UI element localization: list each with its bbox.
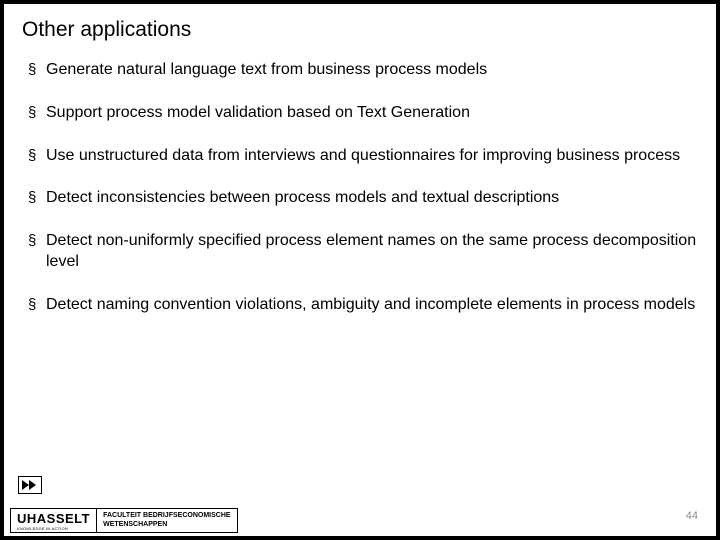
slide-frame: Other applications Generate natural lang…	[3, 3, 717, 537]
list-item: Detect non-uniformly specified process e…	[22, 231, 698, 273]
page-number: 44	[686, 510, 698, 522]
fast-forward-icon	[18, 476, 42, 494]
faculty-line2: WETENSCHAPPEN	[103, 521, 230, 529]
list-item: Use unstructured data from interviews an…	[22, 146, 698, 167]
slide-footer: UHASSELT KNOWLEDGE IN ACTION FACULTEIT B…	[4, 488, 716, 536]
logo-text: UHASSELT	[17, 512, 90, 525]
faculty-line1: FACULTEIT BEDRIJFSECONOMISCHE	[103, 512, 230, 520]
list-item: Detect naming convention violations, amb…	[22, 295, 698, 316]
logo-block: UHASSELT KNOWLEDGE IN ACTION FACULTEIT B…	[10, 508, 238, 533]
university-logo: UHASSELT KNOWLEDGE IN ACTION	[10, 508, 97, 533]
list-item: Detect inconsistencies between process m…	[22, 188, 698, 209]
faculty-label: FACULTEIT BEDRIJFSECONOMISCHE WETENSCHAP…	[97, 508, 237, 533]
bullet-list: Generate natural language text from busi…	[22, 60, 698, 316]
slide-title: Other applications	[22, 18, 698, 42]
list-item: Support process model validation based o…	[22, 103, 698, 124]
logo-tagline: KNOWLEDGE IN ACTION	[17, 526, 90, 531]
list-item: Generate natural language text from busi…	[22, 60, 698, 81]
